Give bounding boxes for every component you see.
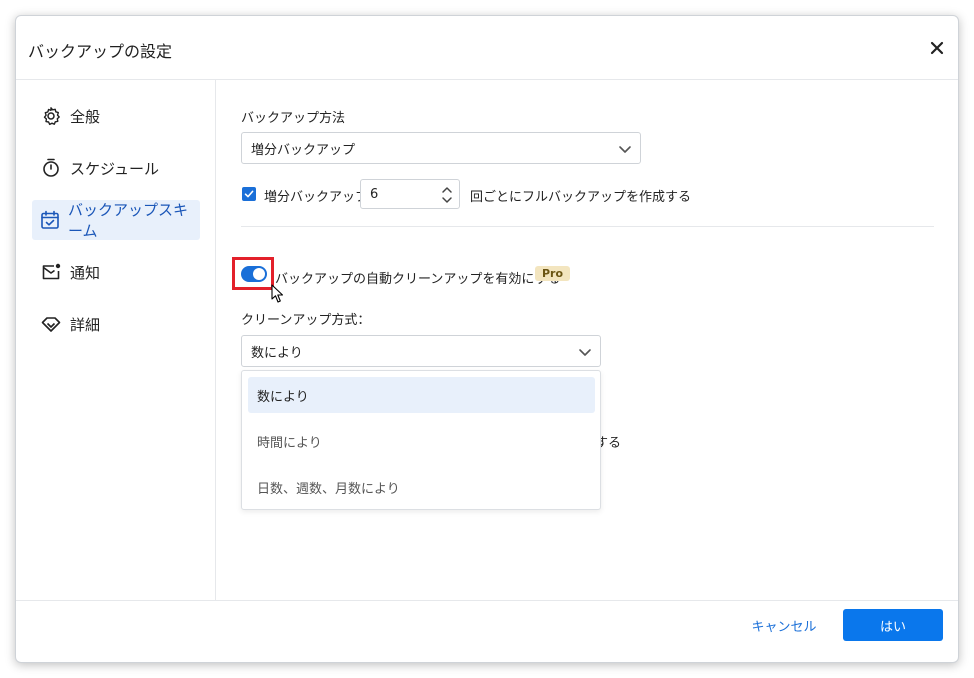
auto-cleanup-toggle[interactable] [241,266,267,282]
cleanup-method-label: クリーンアップ方式： [241,313,371,328]
sidebar-item-notification[interactable]: 通知 [32,252,200,292]
cleanup-method-value: 数により [251,345,303,361]
stepper-arrows-icon[interactable] [441,184,453,206]
chevron-down-icon [579,349,591,356]
timer-icon [40,157,62,179]
mouse-cursor-icon [271,284,284,303]
close-button[interactable] [924,35,950,61]
sidebar-item-label: 詳細 [70,315,101,334]
mail-notification-icon [40,261,62,283]
backup-method-select[interactable]: 増分バックアップ [241,132,641,164]
backup-settings-dialog: バックアップの設定 全般 スケジュール バックアップスキーム 通知 詳細 バック… [15,15,959,663]
incremental-checkbox[interactable] [242,187,256,201]
toggle-knob [253,268,265,280]
section-divider [241,226,934,227]
dropdown-option-by-count[interactable]: 数により [248,377,595,413]
cleanup-method-dropdown: 数により 時間により 日数、週数、月数により [241,370,601,510]
dropdown-option-by-time[interactable]: 時間により [248,423,595,459]
chevron-down-icon [619,146,631,153]
incremental-count-stepper[interactable]: 6 [360,179,460,209]
sidebar-item-schedule[interactable]: スケジュール [32,148,200,188]
sidebar-item-advanced[interactable]: 詳細 [32,304,200,344]
sidebar-item-backup-scheme[interactable]: バックアップスキーム [32,200,200,240]
pro-badge: Pro [535,266,571,281]
dialog-title: バックアップの設定 [28,42,173,61]
ok-button[interactable]: はい [843,609,943,641]
close-icon [930,41,944,55]
incremental-count-value: 6 [370,186,379,202]
backup-method-value: 増分バックアップ [251,142,356,158]
sidebar-item-label: 全般 [70,107,101,126]
auto-cleanup-label: バックアップの自動クリーンアップを有効にする [275,272,561,287]
cleanup-method-select[interactable]: 数により [241,335,601,367]
dialog-footer: キャンセル はい [16,600,958,662]
backup-method-label: バックアップ方法 [241,111,346,126]
sidebar-item-general[interactable]: 全般 [32,96,200,136]
settings-content: バックアップ方法 増分バックアップ 増分バックアップ 6 回ごとにフルバックアッ… [217,80,958,600]
dialog-titlebar: バックアップの設定 [16,16,958,80]
gear-icon [40,105,62,127]
cancel-button[interactable]: キャンセル [744,609,824,641]
sidebar-item-label: 通知 [70,263,101,282]
diamond-icon [40,313,62,335]
settings-sidebar: 全般 スケジュール バックアップスキーム 通知 詳細 [16,80,216,600]
sidebar-item-label: バックアップスキーム [68,201,189,240]
dropdown-option-by-days[interactable]: 日数、週数、月数により [248,469,595,505]
calendar-check-icon [40,209,60,231]
incremental-checkbox-label: 増分バックアップ [264,190,369,205]
sidebar-item-label: スケジュール [70,159,159,178]
checkmark-icon [244,190,254,198]
incremental-suffix-text: 回ごとにフルバックアップを作成する [470,190,692,205]
